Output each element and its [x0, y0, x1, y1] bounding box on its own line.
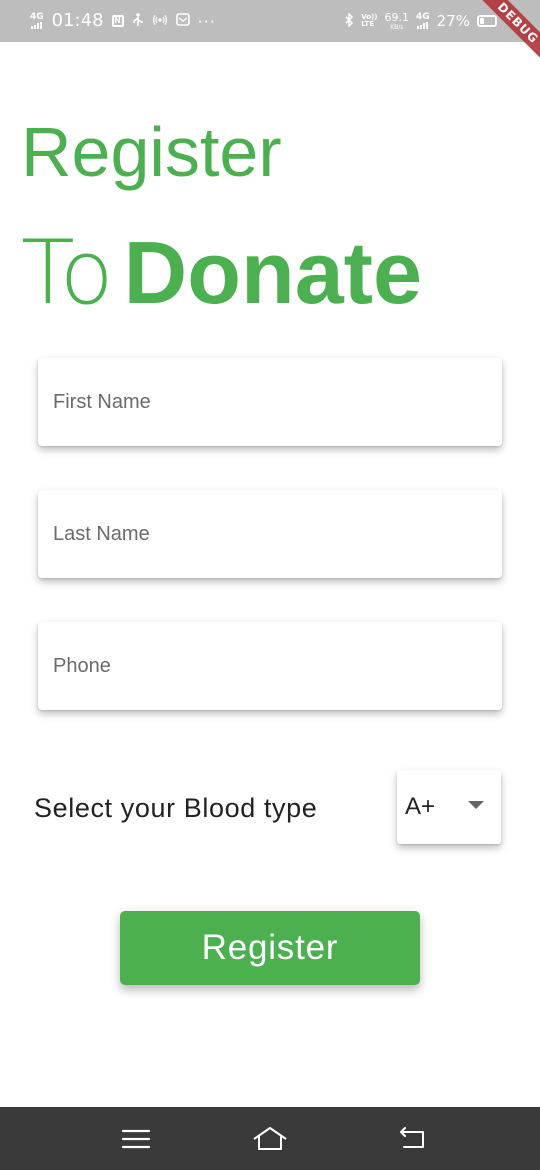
title-donate-word: Donate	[123, 223, 422, 322]
last-name-input[interactable]	[38, 490, 502, 578]
page-title-register: Register	[21, 113, 282, 191]
status-bar: 4G 01:48 N ··· Vo)) LTE 69.1 KB/s 4G 27%	[0, 0, 540, 42]
battery-level	[480, 18, 484, 24]
blood-type-dropdown[interactable]: A+	[397, 770, 501, 844]
phone-input[interactable]	[38, 622, 502, 710]
page-title-to-donate: To Donate	[21, 225, 422, 321]
home-icon[interactable]	[250, 1119, 290, 1159]
menu-icon[interactable]	[116, 1119, 156, 1159]
blood-type-selected-value: A+	[405, 793, 436, 820]
status-right-group: Vo)) LTE 69.1 KB/s 4G 27%	[344, 0, 512, 42]
status-time: 01:48	[51, 10, 104, 31]
status-left-group: 4G 01:48 N ···	[30, 0, 216, 42]
battery-icon	[477, 15, 497, 27]
battery-percent: 27%	[436, 12, 470, 30]
last-name-field-card	[38, 490, 502, 578]
usb-icon	[132, 11, 144, 30]
volte-indicator: Vo)) LTE	[361, 13, 378, 28]
title-to-word: To	[21, 221, 114, 324]
network-type-left: 4G	[30, 12, 44, 22]
navigation-bar	[0, 1107, 540, 1170]
register-button[interactable]: Register	[120, 911, 420, 985]
network-speed: 69.1 KB/s	[384, 10, 410, 31]
dropdown-arrow-icon	[468, 801, 484, 809]
bluetooth-icon	[344, 11, 354, 30]
first-name-field-card	[38, 358, 502, 446]
more-notifications-icon: ···	[197, 11, 216, 31]
first-name-input[interactable]	[38, 358, 502, 446]
hotspot-icon	[152, 13, 168, 30]
mail-icon	[175, 13, 190, 29]
blood-type-label: Select your Blood type	[34, 793, 318, 823]
network-type-right: 4G	[416, 12, 430, 22]
notification-app-icon: N	[111, 15, 124, 27]
signal-icon: 4G	[30, 13, 44, 29]
phone-field-card	[38, 622, 502, 710]
back-icon[interactable]	[392, 1119, 432, 1159]
signal-icon-right: 4G	[416, 13, 430, 29]
